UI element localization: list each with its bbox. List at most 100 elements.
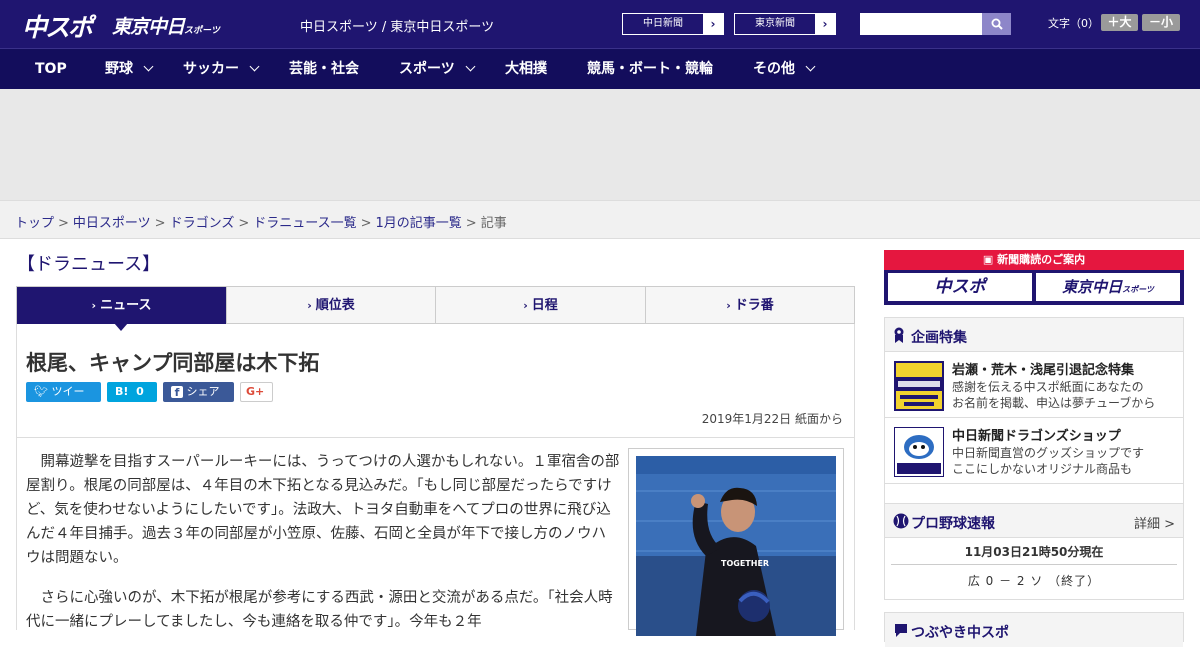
nav-item-top[interactable]: TOP (35, 49, 67, 89)
twitter-icon: 🐦︎ (34, 385, 48, 398)
nav-item-label: 野球 (105, 61, 133, 77)
tokyo-chunichi-logo[interactable]: 東京中日スポーツ (112, 12, 220, 39)
nav-item-label: 大相撲 (505, 61, 547, 77)
hatena-count: 0 (136, 385, 144, 398)
font-smaller-button[interactable]: －小 (1142, 14, 1180, 31)
tab-standings[interactable]: › 順位表 (227, 287, 436, 324)
subscription-banner-title: ▣ 新聞購読のご案内 (884, 250, 1184, 270)
article-paragraph: さらに心強いのが、木下拓が根尾が参考にする西武・源田と交流がある点だ。「社会人時… (26, 590, 613, 630)
feature-description: 感謝を伝える中スポ紙面にあなたの お名前を掲載、申込は夢チューブから (952, 379, 1177, 411)
nav-item-label: 芸能・社会 (289, 61, 359, 77)
tsubuyaki-title: つぶやき中スポ (911, 625, 1009, 641)
dragons-tabs: › ニュース › 順位表 › 日程 › ドラ番 (16, 286, 855, 324)
subscribe-tokyo-chunichi-logo[interactable]: 東京中日スポーツ (1036, 273, 1180, 301)
article-body: 開幕遊撃を目指すスーパールーキーには、うってつけの人選かもしれない。１軍宿舎の部… (26, 450, 620, 650)
chevron-down-icon (143, 61, 154, 72)
feature-item[interactable]: 岩瀬・荒木・浅尾引退記念特集 感謝を伝える中スポ紙面にあなたの お名前を掲載、申込… (885, 352, 1183, 418)
nav-item-sumo[interactable]: 大相撲 (505, 49, 547, 89)
article-date: 2019年1月22日 紙面から (701, 412, 843, 426)
baseball-live-title: プロ野球速報 (911, 516, 995, 532)
google-plus-button[interactable]: G+ (240, 382, 273, 402)
tab-label: ニュース (100, 298, 152, 313)
breadcrumb-link-top[interactable]: トップ (15, 216, 54, 231)
tab-label: 順位表 (315, 298, 355, 313)
feature-description-line: お名前を掲載、申込は夢チューブから (952, 396, 1156, 410)
feature-description-line: ここにしかないオリジナル商品も (952, 462, 1133, 476)
breadcrumb: トップ > 中日スポーツ > ドラゴンズ > ドラニュース一覧 >1月の記事一覧 > 記事 (15, 212, 507, 231)
feature-description-line: 中日新聞直営のグッズショップです (952, 446, 1145, 460)
chevron-right-icon: › (726, 299, 731, 312)
tsubuyaki-header: つぶやき中スポ (885, 613, 1183, 647)
tokyo-chunichi-logo-text: 東京中日 (112, 16, 185, 38)
nav-item-entertainment[interactable]: 芸能・社会 (289, 49, 359, 89)
search-button[interactable] (982, 13, 1011, 35)
chevron-right-icon: › (91, 299, 97, 312)
chuspo-logo[interactable]: 中スポ (22, 8, 93, 44)
chevron-down-icon (249, 61, 260, 72)
subscription-banner-label: 新聞購読のご案内 (997, 253, 1086, 266)
facebook-icon: f (171, 386, 183, 399)
tokyo-shimbun-link[interactable]: 東京新聞 › (734, 13, 836, 35)
nav-item-other[interactable]: その他 (753, 49, 816, 89)
tab-label: 日程 (531, 298, 558, 313)
game-score[interactable]: 広 0 － 2 ソ （終了） (891, 564, 1177, 596)
feature-description: 中日新聞直営のグッズショップです ここにしかないオリジナル商品も (952, 445, 1177, 477)
facebook-count: 4 (171, 405, 178, 418)
hatena-icon: B! (115, 385, 129, 398)
hatena-bookmark-button[interactable]: B! 0 (107, 382, 157, 402)
nav-item-sports[interactable]: スポーツ (399, 49, 476, 89)
article-divider (16, 437, 855, 438)
google-plus-icon: G+ (246, 385, 265, 398)
tsubuyaki-card: つぶやき中スポ (884, 612, 1184, 647)
nav-item-label: その他 (753, 61, 795, 77)
breadcrumb-separator: > (238, 216, 250, 231)
nav-item-baseball[interactable]: 野球 (105, 49, 154, 89)
subscribe-chuspo-logo[interactable]: 中スポ (888, 273, 1032, 301)
features-card: 企画特集 岩瀬・荒木・浅尾引退記念特集 感謝を伝える中スポ紙面にあなたの お名前を… (884, 317, 1184, 520)
font-bigger-button[interactable]: ＋大 (1101, 14, 1138, 31)
breadcrumb-link-dragons[interactable]: ドラゴンズ (170, 216, 235, 231)
baseball-live-header: プロ野球速報 詳細 > (885, 504, 1183, 538)
search-icon (991, 18, 1003, 30)
nav-item-soccer[interactable]: サッカー (183, 49, 260, 89)
tab-dora-ban[interactable]: › ドラ番 (646, 287, 854, 324)
ad-banner-area (0, 89, 1200, 200)
chevron-down-icon (465, 61, 476, 72)
subscribe-tokyo-chunichi-text: 東京中日 (1062, 278, 1123, 296)
breadcrumb-link-chuspo[interactable]: 中日スポーツ (73, 216, 151, 231)
font-size-label: 文字（0） (1048, 17, 1099, 30)
baseball-detail-link[interactable]: 詳細 > (1134, 513, 1175, 532)
site-title[interactable]: 中日スポーツ / 東京中日スポーツ (300, 16, 494, 35)
chunichi-shimbun-link[interactable]: 中日新聞 › (622, 13, 724, 35)
breadcrumb-separator: > (154, 216, 166, 231)
feature-item[interactable]: 中日新聞ドラゴンズショップ 中日新聞直営のグッズショップです ここにしかないオリジ… (885, 418, 1183, 484)
nav-item-label: スポーツ (399, 61, 455, 77)
tab-label: ドラ番 (734, 298, 774, 313)
feature-title: 中日新聞ドラゴンズショップ (952, 429, 1121, 444)
nav-item-label: サッカー (183, 61, 239, 77)
tokyo-shimbun-label: 東京新聞 (755, 18, 795, 29)
tab-schedule[interactable]: › 日程 (436, 287, 646, 324)
score-timestamp: 11月03日21時50分現在 (964, 545, 1104, 559)
subscription-banner[interactable]: ▣ 新聞購読のご案内 中スポ 東京中日スポーツ (884, 250, 1184, 305)
facebook-share-button[interactable]: f シェア 4 (163, 382, 234, 418)
chevron-right-icon: › (703, 14, 723, 34)
nav-item-keiba[interactable]: 競馬・ボート・競輪 (587, 49, 713, 89)
breadcrumb-current: 記事 (480, 216, 507, 231)
search-input[interactable] (860, 13, 982, 35)
features-card-title: 企画特集 (911, 330, 967, 346)
article-paragraph: 開幕遊撃を目指すスーパールーキーには、うってつけの人選かもしれない。１軍宿舎の部… (26, 454, 620, 566)
nav-item-label: 競馬・ボート・競輪 (587, 61, 713, 77)
breadcrumb-link-january[interactable]: 1月の記事一覧 (376, 216, 462, 231)
svg-text:TOGETHER: TOGETHER (721, 559, 769, 568)
article-photo[interactable]: TOGETHER (636, 456, 836, 636)
chunichi-shimbun-label: 中日新聞 (643, 18, 683, 29)
tweet-button[interactable]: 🐦︎ ツイート (26, 382, 101, 418)
breadcrumb-separator: > (465, 216, 477, 231)
tab-news[interactable]: › ニュース (17, 287, 227, 324)
subscribe-tokyo-chunichi-small: スポーツ (1122, 285, 1154, 294)
breadcrumb-link-dranews[interactable]: ドラニュース一覧 (253, 216, 356, 231)
nav-item-label: TOP (35, 61, 67, 77)
ribbon-icon (894, 327, 904, 343)
baseball-icon (893, 513, 909, 529)
